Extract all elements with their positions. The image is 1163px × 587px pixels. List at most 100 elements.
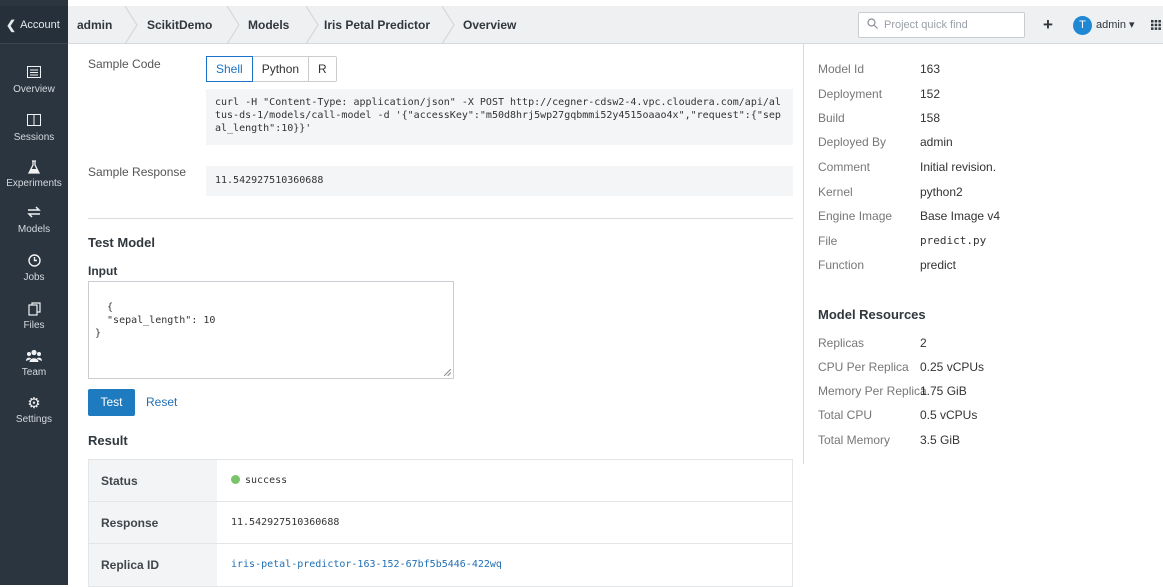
sidebar-item-label: Sessions [13, 132, 55, 143]
add-button[interactable]: + [1043, 6, 1053, 44]
sidebar-item-models[interactable]: Models [0, 206, 68, 235]
tab-r[interactable]: R [309, 57, 336, 81]
sidebar-item-label: Experiments [6, 178, 62, 189]
input-json-value: { "sepal_length": 10 } [95, 302, 216, 339]
breadcrumb-admin[interactable]: admin [77, 6, 112, 44]
breadcrumb-model-name[interactable]: Iris Petal Predictor [324, 6, 430, 44]
account-back-link[interactable]: ❮ Account [0, 6, 68, 44]
detail-value: 163 [920, 62, 941, 76]
result-response-value: 11.542927510360688 [231, 517, 340, 528]
breadcrumb-separator [441, 6, 455, 44]
sidebar-item-experiments[interactable]: Experiments [0, 160, 68, 189]
test-model-title: Test Model [88, 235, 155, 250]
detail-key: Deployed By [818, 135, 887, 149]
breadcrumb-project[interactable]: ScikitDemo [147, 6, 212, 44]
resource-key: Replicas [818, 336, 865, 350]
test-button[interactable]: Test [88, 389, 135, 416]
detail-value: 158 [920, 111, 941, 125]
gear-icon: ⚙ [27, 395, 41, 412]
clock-icon [0, 254, 68, 270]
breadcrumb-models[interactable]: Models [248, 6, 289, 44]
resource-key: Total Memory [818, 433, 891, 447]
models-icon [0, 206, 68, 222]
replica-id-link[interactable]: iris-petal-predictor-163-152-67bf5b5446-… [231, 559, 502, 570]
team-icon [0, 349, 68, 365]
resource-value: 1.75 GiB [920, 384, 967, 398]
result-title: Result [88, 433, 128, 448]
detail-key: Function [818, 258, 865, 272]
sample-response-block: 11.542927510360688 [206, 166, 793, 196]
breadcrumb-separator [305, 6, 319, 44]
result-key: Status [89, 460, 217, 501]
user-menu[interactable]: admin ▾ [1096, 6, 1135, 44]
sidebar-item-label: Settings [15, 414, 53, 425]
detail-value: 152 [920, 87, 941, 101]
result-status-value: success [217, 460, 792, 501]
search-icon [867, 18, 878, 32]
resize-handle-icon[interactable] [444, 369, 451, 376]
detail-value: predict.py [920, 234, 987, 247]
detail-key: Build [818, 111, 845, 125]
table-row: Status success [89, 460, 792, 502]
reset-button[interactable]: Reset [146, 389, 177, 416]
detail-value: Base Image v4 [920, 209, 1001, 223]
detail-value: admin [920, 135, 953, 149]
detail-key: File [818, 234, 838, 248]
resource-value: 2 [920, 336, 927, 350]
sidebar-item-jobs[interactable]: Jobs [0, 254, 68, 283]
detail-value: python2 [920, 185, 963, 199]
status-dot-icon [231, 475, 240, 484]
detail-key: Model Id [818, 62, 865, 76]
sidebar-item-label: Team [21, 367, 47, 378]
sidebar-item-overview[interactable]: Overview [0, 66, 68, 95]
resource-key: CPU Per Replica [818, 360, 909, 374]
sidebar-item-label: Jobs [23, 272, 45, 283]
sample-code-label: Sample Code [88, 57, 161, 71]
project-search-input[interactable]: Project quick find [858, 12, 1025, 38]
detail-key: Comment [818, 160, 871, 174]
result-key: Response [89, 502, 217, 543]
sidebar-item-label: Models [17, 224, 51, 235]
avatar[interactable]: T [1073, 16, 1092, 35]
search-placeholder: Project quick find [884, 19, 968, 31]
model-details-panel: Model Id 163 Deployment 152 Build 158 De… [803, 44, 1163, 464]
resource-value: 3.5 GiB [920, 433, 961, 447]
tab-python[interactable]: Python [252, 57, 310, 81]
sidebar-item-files[interactable]: Files [0, 302, 68, 331]
sample-code-block: curl -H "Content-Type: application/json"… [206, 89, 793, 145]
sessions-icon [0, 114, 68, 130]
detail-key: Deployment [818, 87, 883, 101]
result-table: Status success Response 11.5429275103606… [88, 459, 793, 587]
sidebar-item-settings[interactable]: ⚙ Settings [0, 395, 68, 426]
section-divider [88, 218, 793, 219]
overview-icon [0, 66, 68, 82]
language-tabs: Shell Python R [206, 56, 337, 82]
input-label: Input [88, 264, 118, 278]
sample-response-label: Sample Response [88, 165, 187, 179]
detail-key: Kernel [818, 185, 853, 199]
tab-shell[interactable]: Shell [206, 56, 253, 82]
sidebar-item-label: Files [23, 320, 45, 331]
model-resources-title: Model Resources [818, 307, 926, 322]
breadcrumb-overview: Overview [463, 18, 517, 32]
sidebar-item-label: Overview [13, 84, 55, 95]
breadcrumb-separator [124, 6, 138, 44]
resource-value: 0.25 vCPUs [920, 360, 985, 374]
user-name: admin [1096, 19, 1126, 31]
top-bar: admin ScikitDemo Models Iris Petal Predi… [68, 6, 1163, 44]
apps-grid-icon[interactable] [1151, 20, 1161, 30]
resource-key: Total CPU [818, 408, 873, 422]
table-row: Replica ID iris-petal-predictor-163-152-… [89, 544, 792, 586]
sidebar-item-team[interactable]: Team [0, 349, 68, 378]
table-row: Response 11.542927510360688 [89, 502, 792, 544]
resource-key: Memory Per Replica [818, 384, 927, 398]
detail-value: Initial revision. [920, 160, 997, 174]
status-text: success [245, 475, 288, 486]
sidebar: ❮ Account Overview Sessions Experiments … [0, 0, 68, 585]
resource-value: 0.5 vCPUs [920, 408, 978, 422]
sidebar-item-sessions[interactable]: Sessions [0, 114, 68, 143]
result-replica-id-value: iris-petal-predictor-163-152-67bf5b5446-… [217, 544, 792, 586]
result-key: Replica ID [89, 544, 217, 586]
input-json-textarea[interactable]: { "sepal_length": 10 } [88, 281, 454, 379]
caret-down-icon: ▾ [1129, 19, 1135, 31]
